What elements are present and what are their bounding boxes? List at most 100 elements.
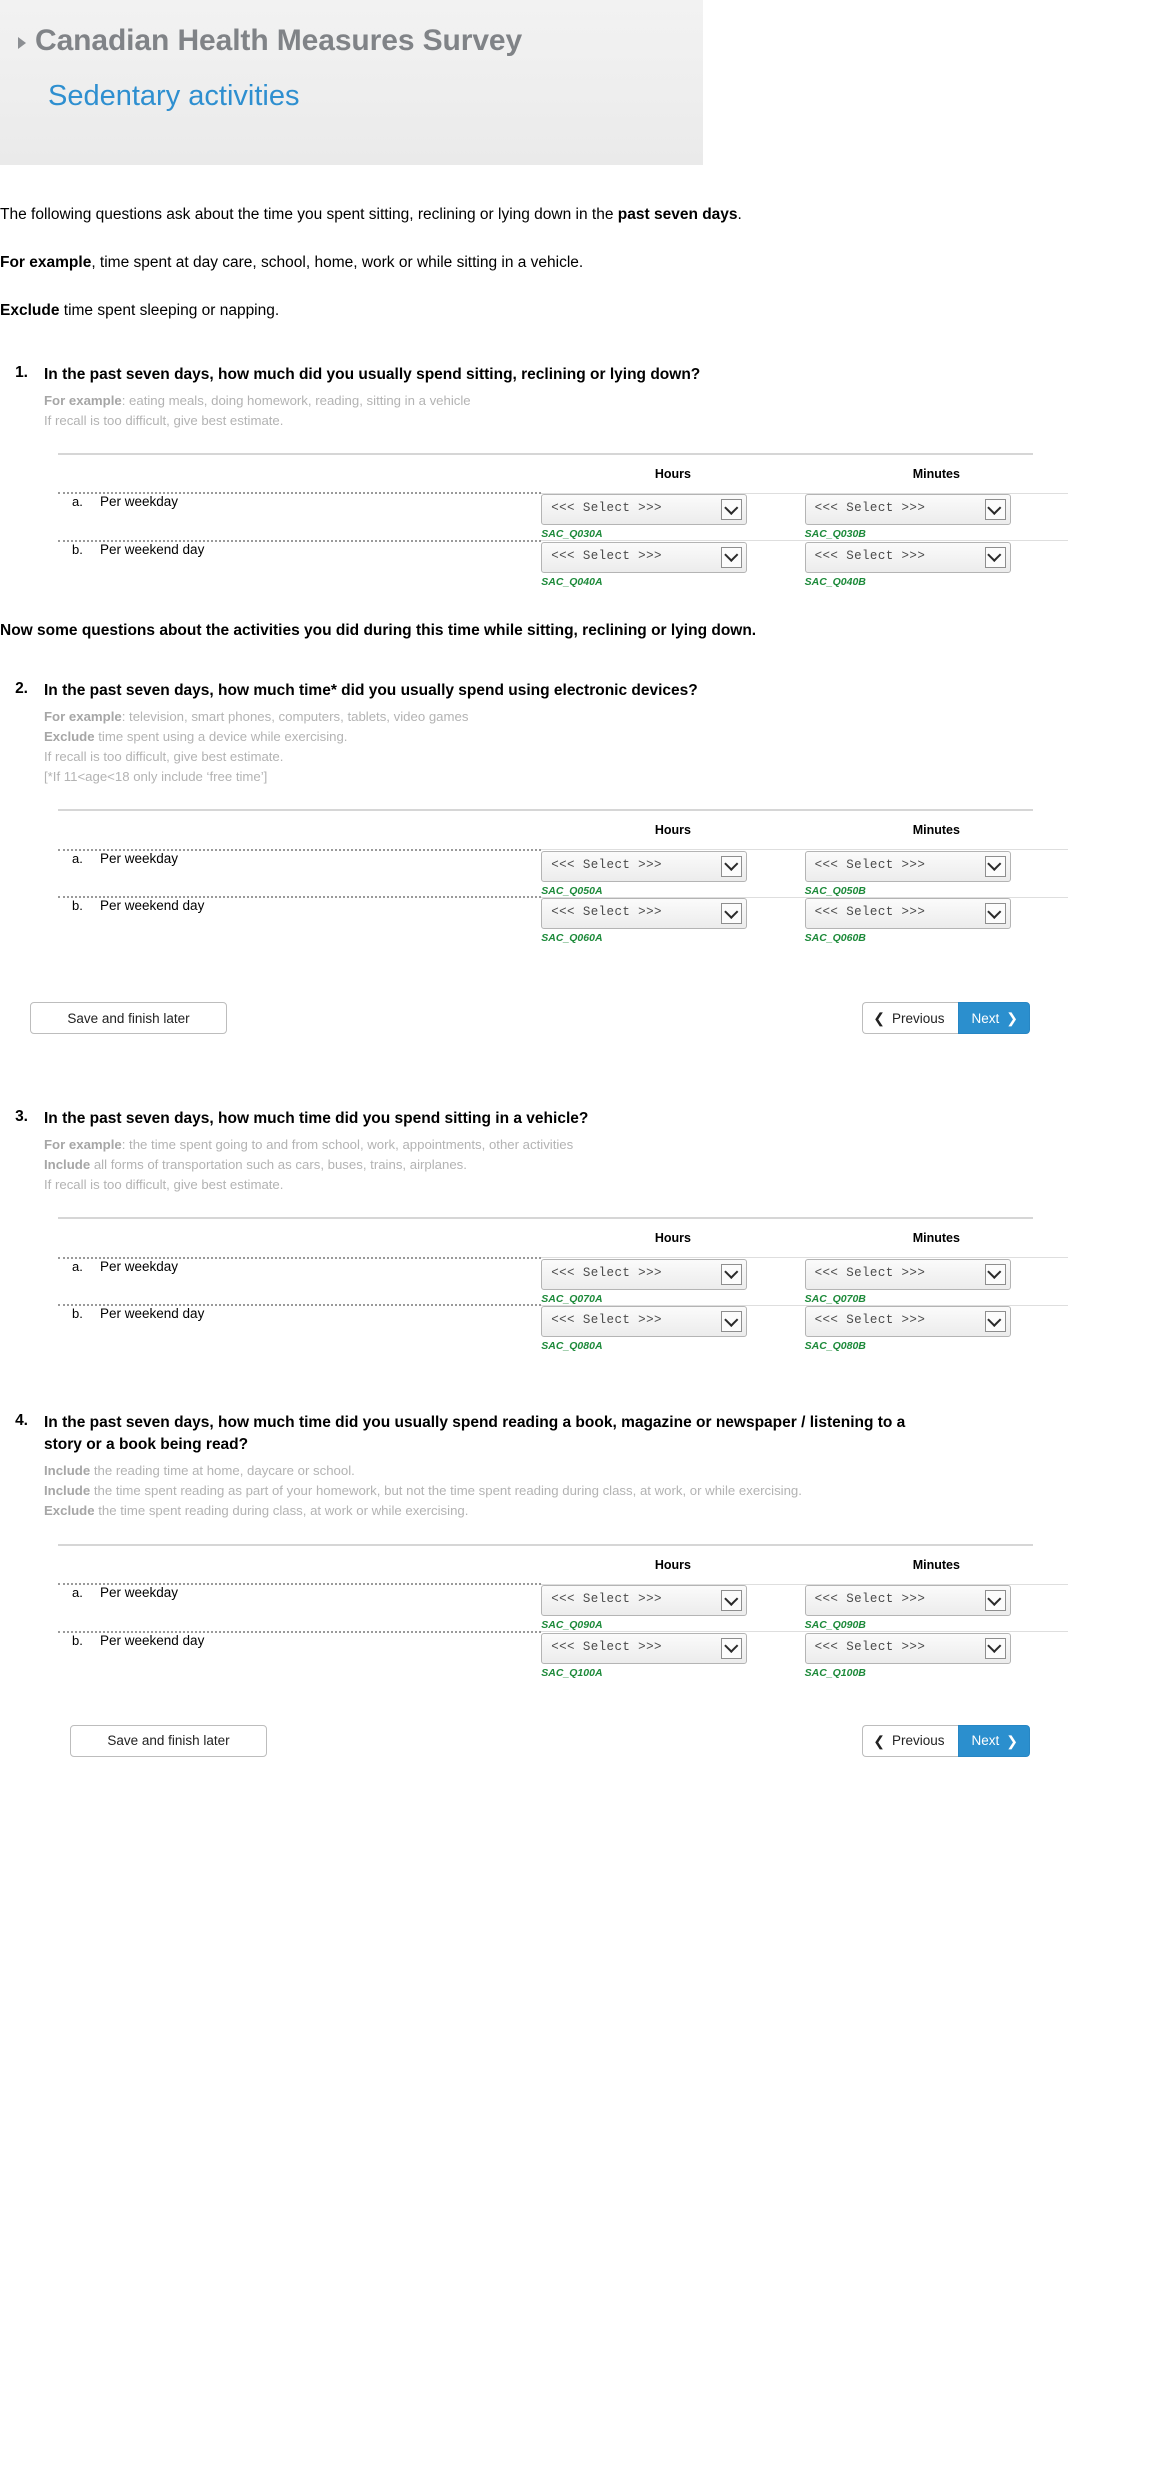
table-row: a. Per weekday <<< Select >>> SAC_Q050A <…	[58, 850, 1068, 898]
question-4-text: In the past seven days, how much time di…	[44, 1414, 906, 1454]
minutes-select-q3a[interactable]: <<< Select >>>	[804, 1258, 1011, 1290]
chevron-down-icon[interactable]	[984, 1263, 1006, 1285]
save-and-finish-later-button-bottom[interactable]: Save and finish later	[70, 1724, 267, 1757]
note: Exclude time spent using a device while …	[44, 727, 1061, 747]
minutes-select-q4b[interactable]: <<< Select >>>	[804, 1632, 1011, 1664]
minutes-select-q4a[interactable]: <<< Select >>>	[804, 1585, 1011, 1617]
chevron-down-icon[interactable]	[721, 1590, 743, 1612]
hours-select-q3a[interactable]: <<< Select >>>	[541, 1258, 748, 1290]
select-value: <<< Select >>>	[551, 1265, 662, 1280]
chevron-down-icon[interactable]	[721, 1311, 743, 1333]
q1-bold: past seven days	[89, 365, 210, 383]
minutes-select-q1b[interactable]: <<< Select >>>	[804, 541, 1011, 573]
row-b-letter: b.	[72, 541, 83, 557]
note-text: If recall is too difficult, give best es…	[44, 749, 284, 765]
chevron-down-icon[interactable]	[721, 499, 743, 521]
row-a-minutes-cell: <<< Select >>> SAC_Q050B	[804, 850, 1068, 898]
row-a-minutes-cell: <<< Select >>> SAC_Q090B	[804, 1585, 1068, 1632]
select-value: <<< Select >>>	[551, 548, 662, 563]
triangle-right-icon[interactable]	[18, 36, 26, 49]
previous-button[interactable]: ❮ Previous	[862, 1002, 958, 1035]
hours-select-q4b[interactable]: <<< Select >>>	[541, 1632, 748, 1664]
note-bold: Exclude	[44, 1503, 95, 1519]
note-text: : the time spent going to and from schoo…	[121, 1137, 574, 1153]
note: For example: television, smart phones, c…	[44, 707, 1061, 727]
hours-select-q1a[interactable]: <<< Select >>>	[541, 494, 748, 526]
question-2-text: In the past seven days, how much time* d…	[44, 680, 1061, 702]
intro-paragraph-2: For example, time spent at day care, sch…	[0, 253, 1127, 274]
chevron-down-icon[interactable]	[721, 855, 743, 877]
table-row: b. Per weekend day <<< Select >>> SAC_Q10…	[58, 1632, 1068, 1679]
nav-pager-bottom: ❮ Previous Next ❯	[862, 1724, 1030, 1757]
chevron-down-icon[interactable]	[721, 546, 743, 568]
chevron-down-icon[interactable]	[984, 855, 1006, 877]
select-value: <<< Select >>>	[551, 1313, 662, 1328]
note: For example: eating meals, doing homewor…	[44, 391, 1061, 411]
next-button-bottom[interactable]: Next ❯	[957, 1724, 1030, 1757]
hours-select-q2b[interactable]: <<< Select >>>	[541, 898, 748, 930]
intro-p1-tail: .	[737, 206, 742, 223]
minutes-select-q1a[interactable]: <<< Select >>>	[804, 494, 1011, 526]
row-b-label-cell: b. Per weekend day	[58, 542, 541, 588]
row-a-label-cell: a. Per weekday	[58, 1585, 541, 1632]
note-bold: For example	[44, 1137, 122, 1153]
intro-p3-bold: Exclude	[0, 301, 60, 319]
hours-header: Hours	[654, 1231, 691, 1246]
row-b-label-cell: b. Per weekend day	[58, 1306, 541, 1352]
note-bold: Include	[44, 1483, 91, 1499]
minutes-header: Minutes	[912, 1231, 960, 1246]
chevron-down-icon[interactable]	[984, 546, 1006, 568]
field-code: SAC_Q060B	[804, 932, 866, 945]
save-and-finish-later-button[interactable]: Save and finish later	[30, 1002, 227, 1035]
intro-p2-rest: , time spent at day care, school, home, …	[91, 253, 584, 271]
field-code: SAC_Q070A	[541, 1292, 603, 1305]
previous-button-bottom[interactable]: ❮ Previous	[862, 1724, 958, 1757]
chevron-down-icon[interactable]	[984, 1590, 1006, 1612]
row-a-letter: a.	[72, 850, 83, 866]
chevron-down-icon[interactable]	[984, 499, 1006, 521]
table-row: a. Per weekday <<< Select >>> SAC_Q070A <…	[58, 1258, 1068, 1306]
chevron-down-icon[interactable]	[721, 1637, 743, 1659]
hours-header: Hours	[654, 823, 691, 838]
row-b-label: Per weekend day	[100, 541, 205, 557]
note: If recall is too difficult, give best es…	[44, 1175, 1061, 1195]
select-value: <<< Select >>>	[814, 1592, 926, 1607]
note-text: : television, smart phones, computers, t…	[121, 708, 469, 724]
note: [*If 11<age<18 only include ‘free time’]	[44, 767, 1061, 787]
q1-pre: In the	[44, 365, 90, 383]
field-code: SAC_Q090A	[541, 1619, 603, 1632]
hours-select-q3b[interactable]: <<< Select >>>	[541, 1306, 748, 1338]
note-bold: Exclude	[44, 728, 95, 744]
question-1-notes: For example: eating meals, doing homewor…	[44, 391, 1061, 431]
minutes-select-q2b[interactable]: <<< Select >>>	[804, 898, 1011, 930]
chevron-down-icon[interactable]	[984, 1637, 1006, 1659]
note: Include all forms of transportation such…	[44, 1155, 1061, 1175]
hours-select-q4a[interactable]: <<< Select >>>	[541, 1585, 748, 1617]
hours-select-q2a[interactable]: <<< Select >>>	[541, 850, 748, 882]
next-button[interactable]: Next ❯	[957, 1002, 1030, 1035]
chevron-down-icon[interactable]	[721, 1263, 743, 1285]
answer-grid-4: Hours Minutes a. Per weekday <<< Select >…	[58, 1543, 1093, 1679]
row-b-hours-cell: <<< Select >>> SAC_Q060A	[541, 898, 804, 944]
note-text: [*If 11<age<18 only include ‘free time’]	[44, 769, 268, 785]
note-text: If recall is too difficult, give best es…	[44, 412, 284, 428]
note-text: the time spent reading during class, at …	[94, 1503, 469, 1519]
chevron-down-icon[interactable]	[721, 903, 743, 925]
minutes-select-q2a[interactable]: <<< Select >>>	[804, 850, 1011, 882]
nav-bar-top: Save and finish later ❮ Previous Next ❯	[0, 1002, 1030, 1036]
chevron-down-icon[interactable]	[984, 903, 1006, 925]
question-4: 4. In the past seven days, how much time…	[0, 1412, 1151, 1679]
next-label: Next	[971, 1010, 1000, 1026]
note: If recall is too difficult, give best es…	[44, 747, 1061, 767]
minutes-select-q3b[interactable]: <<< Select >>>	[804, 1306, 1011, 1338]
grid-top-rule	[58, 809, 1033, 812]
row-b-label-cell: b. Per weekend day	[58, 1633, 541, 1679]
intro-p1-bold: past seven days	[617, 206, 738, 223]
grid-top-rule	[58, 452, 1033, 455]
row-a-hours-cell: <<< Select >>> SAC_Q050A	[541, 850, 804, 898]
chevron-down-icon[interactable]	[984, 1311, 1006, 1333]
select-value: <<< Select >>>	[814, 548, 926, 563]
field-code: SAC_Q080A	[541, 1340, 603, 1353]
nav-bar-bottom: Save and finish later ❮ Previous Next ❯	[0, 1724, 1030, 1759]
hours-select-q1b[interactable]: <<< Select >>>	[541, 541, 748, 573]
